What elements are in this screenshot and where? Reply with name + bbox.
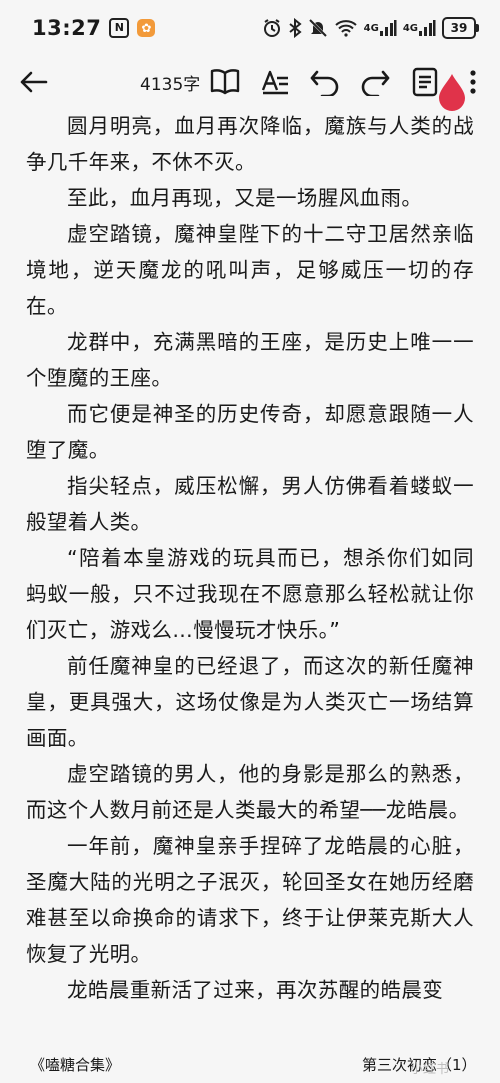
bluetooth-icon [288,18,302,38]
text-format-icon [261,70,288,95]
paragraph[interactable]: 至此，血月再现，又是一场腥风血雨。 [26,180,474,216]
status-left: 13:27 N ✿ [32,16,156,40]
note-icon [412,67,438,97]
paragraph[interactable]: 圆月明亮，血月再次降临，魔族与人类的战争几千年来，不休不灭。 [26,108,474,180]
network-type-1: 4G [363,22,379,34]
drop-icon [439,74,465,111]
watermark: 小红书 [410,1062,450,1077]
paragraph[interactable]: “陪着本皇游戏的玩具而已，想杀你们如同蚂蚁一般，只不过我现在不愿意那么轻松就让你… [26,540,474,648]
status-bar: 13:27 N ✿ 4G 4G 39 [0,0,500,56]
wifi-icon [334,19,358,37]
paragraph[interactable]: 龙群中，充满黑暗的王座，是历史上唯一一个堕魔的王座。 [26,324,474,396]
editor-toolbar: 4135字 [0,56,500,111]
mute-bell-icon [308,18,328,38]
paragraph[interactable]: 虚空踏镜的男人，他的身影是那么的熟悉，而这个人数月前还是人类最大的希望──龙皓晨… [26,756,474,828]
book-icon [210,69,240,95]
paragraph[interactable]: 一年前，魔神皇亲手捏碎了龙皓晨的心脏，圣魔大陆的光明之子泯灭，轮回圣女在她历经磨… [26,828,474,972]
paragraph[interactable]: 前任魔神皇的已经退了，而这次的新任魔神皇，更具强大，这场仗像是为人类灭亡一场结算… [26,648,474,756]
paragraph[interactable]: 而它便是神圣的历史传奇，却愿意跟随一人堕了魔。 [26,396,474,468]
nfc-icon: N [109,18,130,38]
redo-button[interactable] [356,64,394,100]
signal-1-icon: 4G [364,19,397,37]
more-vertical-icon [470,70,476,94]
status-right: 4G 4G 39 [262,17,479,39]
redo-icon [361,70,390,96]
app-notification-icon: ✿ [137,19,156,37]
document-body[interactable]: 圆月明亮，血月再次降临，魔族与人类的战争几千年来，不休不灭。 至此，血月再现，又… [26,108,474,1040]
signal-2-icon: 4G [403,19,436,37]
undo-icon [310,70,339,96]
paragraph[interactable]: 龙皓晨重新活了过来，再次苏醒的皓晨变 [26,972,474,1008]
paragraph[interactable]: 虚空踏镜，魔神皇陛下的十二守卫居然亲临境地，逆天魔龙的吼叫声，足够威压一切的存在… [26,216,474,324]
paragraph[interactable]: 指尖轻点，威压松懈，男人仿佛看着蝼蚁一般望着人类。 [26,468,474,540]
network-type-2: 4G [402,22,418,34]
status-time: 13:27 [32,16,102,40]
arrow-left-icon [20,71,48,93]
back-button[interactable] [14,64,52,100]
undo-button[interactable] [306,64,344,100]
reader-footer: 《嗑糖合集》 第三次初恋（1） 小红书 [0,1046,500,1083]
text-format-button[interactable] [256,64,294,100]
battery-indicator: 39 [442,17,479,39]
red-drop-badge[interactable] [436,72,468,112]
book-title[interactable]: 《嗑糖合集》 [30,1054,120,1075]
word-count: 4135字 [140,75,201,95]
book-button[interactable] [206,64,244,100]
alarm-icon [262,18,282,38]
